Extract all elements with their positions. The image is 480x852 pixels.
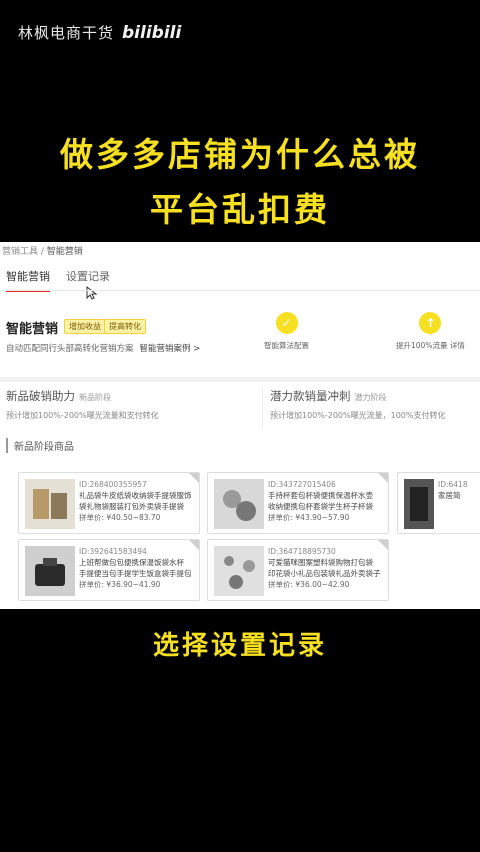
breadcrumb: 营销工具 / 智能营销 (2, 247, 83, 257)
caption: 选择设置记录 (152, 631, 327, 661)
channel-watermark: 林枫电商干货 bilibili (18, 22, 181, 43)
up-arrow-icon: ↑ (419, 312, 442, 334)
promo-potential-product[interactable]: 潜力款销量冲刺 潜力阶段 预计增加100%-200%曝光流量，100%支付转化 (270, 388, 480, 428)
tab-smart-marketing[interactable]: 智能营销 (6, 268, 50, 292)
product-card[interactable]: ID:364718895730 可爱猫咪图案塑料袋购物打包袋 印花袋小礼品包装袋… (207, 539, 389, 601)
feature-traffic-boost: ↑ 提升100%流量 详情 (396, 312, 465, 351)
promo-new-product[interactable]: 新品破销助力 新品阶段 预计增加100%-200%曝光流量和支付转化 (6, 388, 256, 428)
product-thumbnail (404, 479, 434, 529)
tag-improve-conversion: 提高转化 (104, 319, 146, 334)
bilibili-logo: bilibili (122, 22, 182, 43)
section-title: 新品阶段商品 (6, 438, 74, 453)
embedded-screenshot: 营销工具 / 智能营销 智能营销 设置记录 智能营销 增加收益 提高转化 自动匹… (0, 242, 480, 609)
product-thumbnail (25, 479, 75, 529)
product-thumbnail (25, 546, 75, 596)
breadcrumb-current: 智能营销 (46, 247, 83, 257)
mouse-cursor-icon (86, 286, 98, 300)
banner-title: 智能营销 (6, 322, 59, 337)
smart-marketing-banner: 智能营销 增加收益 提高转化 自动匹配同行头部高转化营销方案 智能营销案例 > ✓… (0, 302, 480, 372)
breadcrumb-parent[interactable]: 营销工具 (2, 247, 38, 257)
headline-line-2: 平台乱扣费 (150, 190, 330, 229)
product-thumbnail (214, 479, 264, 529)
product-card[interactable]: ID:268400355957 礼品袋牛皮纸袋收纳袋手提袋服饰 袋礼物袋服装打包… (18, 472, 200, 534)
headline-line-1: 做多多店铺为什么总被 (60, 135, 420, 174)
product-thumbnail (214, 546, 264, 596)
tag-increase-revenue: 增加收益 (64, 319, 106, 334)
check-badge-icon: ✓ (275, 312, 298, 334)
channel-name: 林枫电商干货 (18, 24, 115, 42)
feature-smart-algorithm: ✓ 智能算法配置 (264, 312, 309, 351)
tab-divider (0, 290, 480, 291)
promo-divider (262, 388, 263, 428)
product-card[interactable]: ID:343727015406 手持杯套包杯袋便携保温杯水壶 收纳便携包杯套袋学… (207, 472, 389, 534)
case-link[interactable]: 智能营销案例 > (140, 344, 201, 354)
banner-description: 自动匹配同行头部高转化营销方案 智能营销案例 > (6, 344, 201, 354)
product-card[interactable]: ID:392641583494 上班帮做包包便携保温饭袋水杯 手提便当包手提学生… (18, 539, 200, 601)
product-card[interactable]: ID:6418 家居简 (397, 472, 480, 534)
section-separator (0, 377, 480, 382)
